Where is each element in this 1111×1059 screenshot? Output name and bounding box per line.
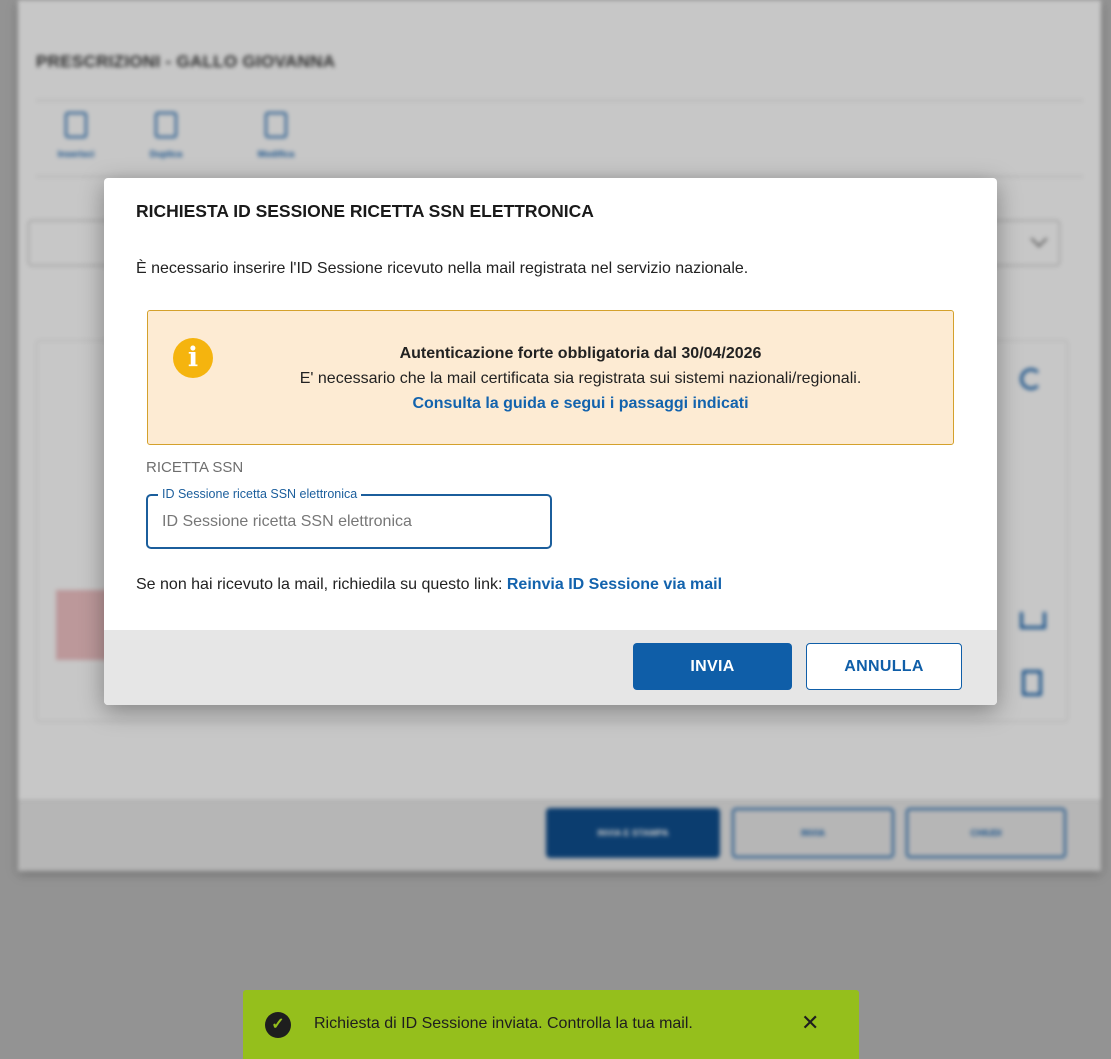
toast-message: Richiesta di ID Sessione inviata. Contro…: [314, 1015, 693, 1032]
success-toast: ✓ Richiesta di ID Sessione inviata. Cont…: [243, 990, 859, 1059]
submit-button[interactable]: INVIA: [633, 643, 792, 690]
resend-line: Se non hai ricevuto la mail, richiedila …: [136, 576, 722, 594]
section-label: RICETTA SSN: [146, 459, 244, 476]
cancel-button[interactable]: ANNULLA: [806, 643, 962, 690]
dialog-footer: INVIA ANNULLA: [104, 630, 997, 705]
session-id-dialog: RICHIESTA ID SESSIONE RICETTA SSN ELETTR…: [104, 178, 997, 705]
auth-warning-alert: i Autenticazione forte obbligatoria dal …: [147, 310, 954, 445]
close-icon[interactable]: ✕: [801, 1010, 819, 1036]
session-id-field: ID Sessione ricetta SSN elettronica: [146, 486, 552, 549]
dialog-description: È necessario inserire l'ID Sessione rice…: [136, 260, 749, 277]
resend-text: Se non hai ricevuto la mail, richiedila …: [136, 576, 507, 593]
check-circle-icon: ✓: [265, 1012, 291, 1038]
dialog-title: RICHIESTA ID SESSIONE RICETTA SSN ELETTR…: [136, 201, 594, 221]
alert-text: Autenticazione forte obbligatoria dal 30…: [218, 341, 943, 416]
info-icon: i: [173, 338, 213, 378]
session-id-label: ID Sessione ricetta SSN elettronica: [158, 486, 362, 502]
resend-link[interactable]: Reinvia ID Sessione via mail: [507, 576, 722, 593]
alert-body: E' necessario che la mail certificata si…: [299, 370, 862, 387]
session-id-input[interactable]: [160, 508, 534, 536]
alert-heading: Autenticazione forte obbligatoria dal 30…: [399, 345, 762, 362]
guide-link[interactable]: Consulta la guida e segui i passaggi ind…: [412, 395, 748, 412]
